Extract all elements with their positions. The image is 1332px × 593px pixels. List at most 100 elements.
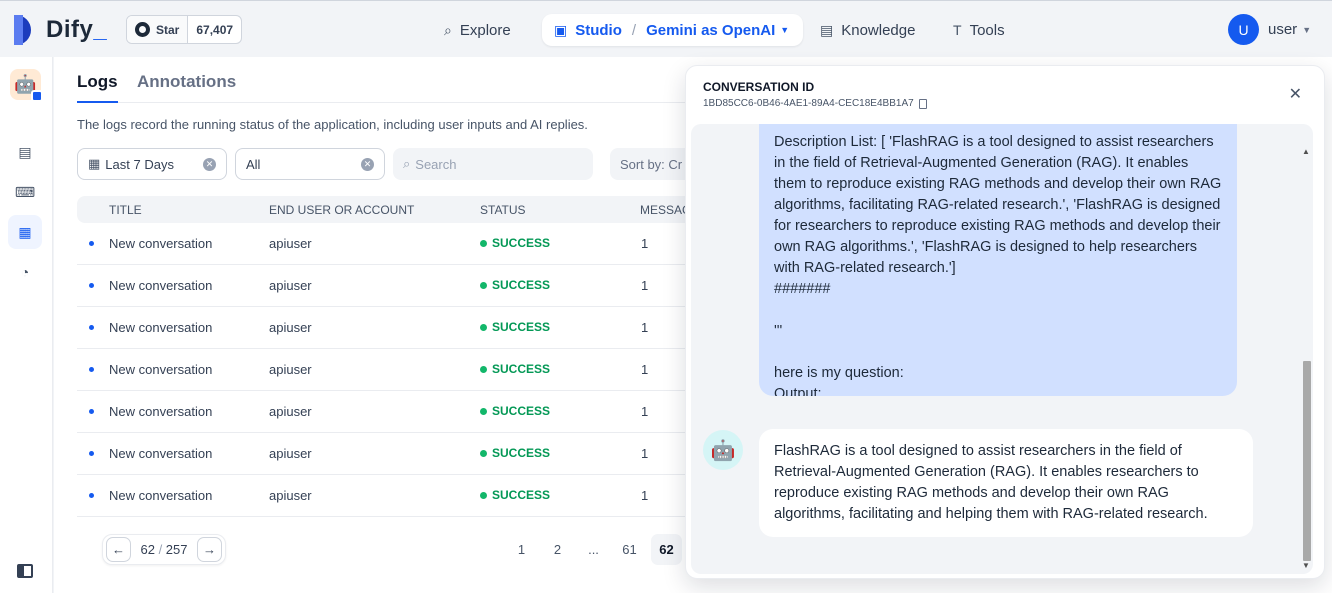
arrow-left-icon: ←	[112, 542, 125, 557]
github-star-label: Star	[156, 22, 180, 37]
chat-panel: Description List: [ 'FlashRAG is a tool …	[691, 124, 1313, 574]
page-description: The logs record the running status of th…	[77, 117, 588, 132]
unread-dot	[89, 283, 94, 288]
status-badge: SUCCESS	[480, 320, 550, 334]
row-user: apiuser	[269, 236, 312, 251]
table-row[interactable]: New conversation apiuser SUCCESS 1	[77, 223, 717, 265]
sidebar-item-monitoring[interactable]: ◔	[8, 255, 42, 289]
status-badge: SUCCESS	[480, 362, 550, 376]
clear-icon[interactable]: ✕	[203, 158, 216, 171]
pagination-control: ← 62 / 257 →	[102, 534, 226, 565]
table-row[interactable]: New conversation apiuser SUCCESS 1	[77, 265, 717, 307]
status-select-value: All	[246, 156, 261, 172]
row-messages: 1	[641, 278, 649, 293]
row-title: New conversation	[109, 446, 213, 461]
status-badge: SUCCESS	[480, 488, 550, 502]
search-input[interactable]: ⌕ Search	[393, 148, 593, 180]
row-title: New conversation	[109, 362, 213, 377]
sidebar-toggle-icon[interactable]	[17, 564, 33, 578]
page-number[interactable]: 1	[506, 534, 537, 565]
chat-scrollbar[interactable]: ▲ ▼	[1301, 147, 1313, 571]
status-badge: SUCCESS	[480, 446, 550, 460]
drawer-title: CONVERSATION ID	[703, 80, 815, 94]
table-row[interactable]: New conversation apiuser SUCCESS 1	[77, 391, 717, 433]
app-name[interactable]: Gemini as OpenAI	[646, 22, 775, 39]
chevron-down-icon: ▼	[780, 25, 790, 35]
sidebar-item-logs[interactable]: ▦	[8, 215, 42, 249]
tab-logs[interactable]: Logs	[77, 72, 118, 103]
table-row[interactable]: New conversation apiuser SUCCESS 1	[77, 433, 717, 475]
status-select[interactable]: All ✕	[235, 148, 385, 180]
user-message-bubble: Description List: [ 'FlashRAG is a tool …	[759, 124, 1237, 396]
robot-icon: 🤖	[710, 439, 736, 462]
total-pages: 257	[165, 542, 188, 557]
status-text: SUCCESS	[492, 404, 551, 418]
page-indicator[interactable]: 62 / 257	[131, 542, 197, 557]
scrollbar-thumb[interactable]	[1303, 361, 1311, 561]
scroll-down-icon[interactable]: ▼	[1302, 561, 1310, 570]
close-icon[interactable]: ✕	[1289, 84, 1302, 104]
sidebar-item-api[interactable]: ⌨	[8, 175, 42, 209]
terminal-icon: ⌨	[14, 183, 36, 200]
unread-dot	[89, 493, 94, 498]
page-number-active[interactable]: 62	[651, 534, 682, 565]
page-number[interactable]: 61	[614, 534, 645, 565]
status-dot-icon	[480, 407, 487, 415]
table-row[interactable]: New conversation apiuser SUCCESS 1	[77, 475, 717, 517]
table-row[interactable]: New conversation apiuser SUCCESS 1	[77, 349, 717, 391]
avatar: U	[1228, 14, 1259, 45]
row-user: apiuser	[269, 446, 312, 461]
page-number[interactable]: 2	[542, 534, 573, 565]
user-menu[interactable]: U user ▼	[1228, 14, 1311, 45]
row-user: apiuser	[269, 278, 312, 293]
prev-page-button[interactable]: ←	[106, 537, 131, 562]
row-title: New conversation	[109, 488, 213, 503]
compass-icon: ⌕	[444, 21, 452, 38]
github-star-count: 67,407	[196, 22, 234, 37]
status-dot-icon	[480, 365, 487, 373]
nav-studio-label: Studio	[575, 21, 622, 39]
sidebar-item-orchestrate[interactable]: ▤	[8, 135, 42, 169]
github-star-button[interactable]: Star 67,407	[126, 15, 243, 44]
row-messages: 1	[641, 236, 649, 251]
row-user: apiuser	[269, 320, 312, 335]
table-row[interactable]: New conversation apiuser SUCCESS 1	[77, 307, 717, 349]
breadcrumb-separator: /	[631, 21, 637, 39]
conversation-id: 1BD85CC6-0B46-4AE1-89A4-CEC18E4BB1A7	[703, 98, 914, 109]
status-text: SUCCESS	[492, 278, 551, 292]
top-bar: Dify_ Star 67,407 ⌕ Explore ▣ Studio / G…	[0, 0, 1332, 57]
row-title: New conversation	[109, 236, 213, 251]
row-user: apiuser	[269, 362, 312, 377]
logs-table: TITLE END USER OR ACCOUNT STATUS MESSAG …	[77, 196, 717, 517]
nav-explore-label: Explore	[459, 21, 511, 39]
nav-tools-label: Tools	[969, 21, 1005, 39]
status-text: SUCCESS	[492, 362, 551, 376]
clear-icon[interactable]: ✕	[361, 158, 374, 171]
next-page-button[interactable]: →	[197, 537, 222, 562]
row-user: apiuser	[269, 488, 312, 503]
row-messages: 1	[641, 362, 649, 377]
unread-dot	[89, 451, 94, 456]
status-text: SUCCESS	[492, 320, 551, 334]
status-badge: SUCCESS	[480, 278, 550, 292]
user-message-text: Description List: [ 'FlashRAG is a tool …	[774, 134, 1222, 396]
date-range-select[interactable]: ▦ Last 7 Days ✕	[77, 148, 227, 180]
layout-icon: ▤	[18, 143, 32, 160]
file-list-icon: ▦	[18, 223, 32, 240]
app-icon[interactable]: 🤖	[10, 69, 43, 102]
copy-icon[interactable]	[918, 98, 927, 109]
row-messages: 1	[641, 446, 649, 461]
unread-dot	[89, 409, 94, 414]
chevron-down-icon: ▼	[1302, 24, 1312, 35]
scroll-up-icon[interactable]: ▲	[1302, 147, 1310, 156]
nav-tools[interactable]: T Tools	[953, 14, 1005, 46]
status-text: SUCCESS	[492, 446, 551, 460]
column-header: TITLE	[109, 203, 142, 217]
nav-knowledge[interactable]: ▤ Knowledge	[820, 14, 915, 46]
nav-studio[interactable]: ▣ Studio / Gemini as OpenAI ▼	[542, 14, 804, 46]
tab-annotations[interactable]: Annotations	[137, 72, 236, 92]
search-placeholder: Search	[415, 156, 457, 172]
dify-logo[interactable]: Dify_	[14, 15, 107, 45]
nav-explore[interactable]: ⌕ Explore	[444, 14, 511, 46]
status-dot-icon	[480, 491, 487, 499]
